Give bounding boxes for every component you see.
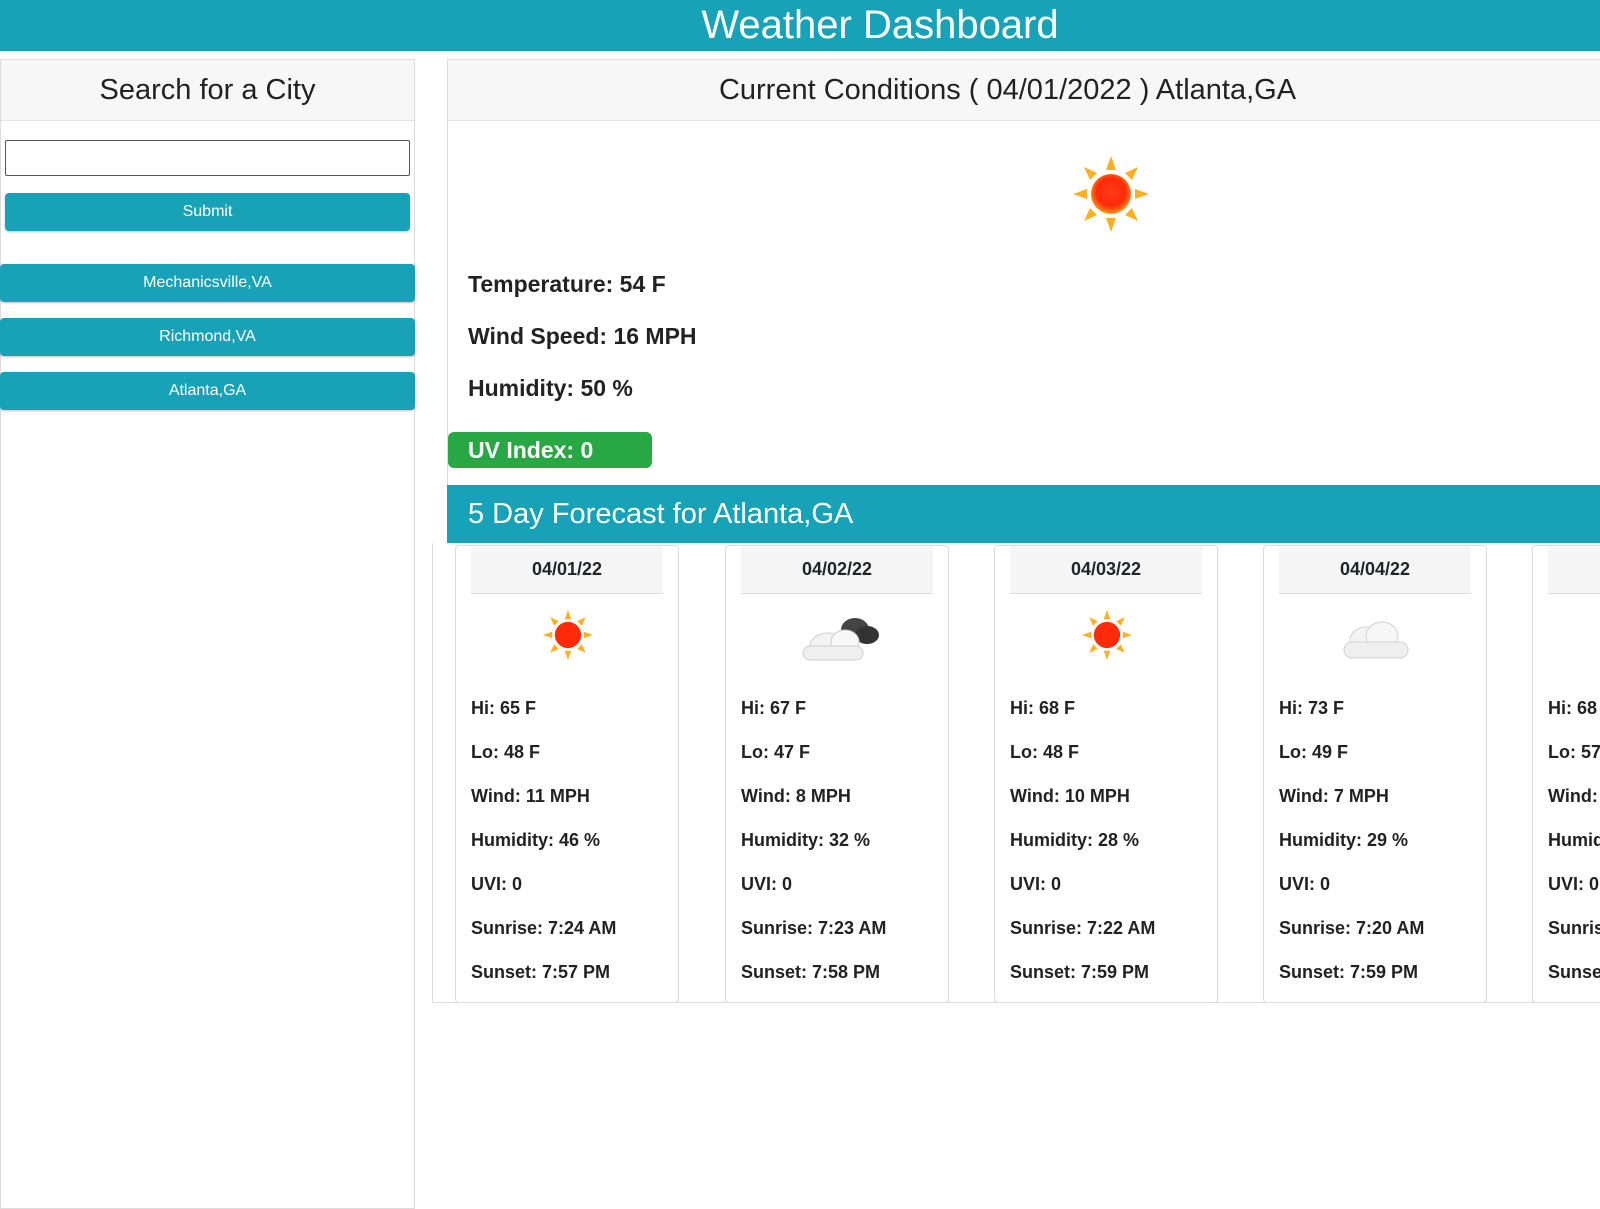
forecast-wind: Wind: 8 MPH	[741, 786, 851, 806]
sun-icon	[995, 610, 1219, 668]
forecast-sunset: Sunset: 7:59 PM	[1279, 962, 1419, 982]
forecast-sunrise: Sunrise: 7:20 AM	[1279, 918, 1425, 938]
forecast-sunset: Sunset: 7:59 PM	[1010, 962, 1150, 982]
forecast-uvi: UVI: 0	[1548, 874, 1600, 894]
forecast-card: Hi: 68 Lo: 57 Wind: Humid UVI: 0 Sunris …	[1532, 545, 1600, 1003]
current-conditions-title: Current Conditions ( 04/01/2022 ) Atlant…	[448, 60, 1600, 121]
cloud-icon	[726, 610, 950, 668]
submit-button[interactable]: Submit	[5, 193, 410, 231]
forecast-humidity: Humidity: 29 %	[1279, 830, 1409, 850]
forecast-wind: Wind: 11 MPH	[471, 786, 590, 806]
forecast-lo: Lo: 49 F	[1279, 742, 1349, 762]
forecast-title: 5 Day Forecast for Atlanta,GA	[468, 498, 854, 530]
forecast-lo: Lo: 48 F	[471, 742, 541, 762]
forecast-wind: Wind:	[1548, 786, 1598, 806]
forecast-uvi: UVI: 0	[471, 874, 523, 894]
temperature-text: Temperature: 54 F	[468, 271, 666, 297]
forecast-date: 04/01/22	[471, 546, 663, 594]
current-conditions-panel: Current Conditions ( 04/01/2022 ) Atlant…	[447, 59, 1600, 489]
cloud-icon	[1264, 610, 1488, 668]
forecast-humidity: Humid	[1548, 830, 1600, 850]
forecast-sunrise: Sunrise: 7:22 AM	[1010, 918, 1156, 938]
forecast-card: 04/01/22 Hi: 65 F Lo: 48 F Wind: 11 MPH …	[455, 545, 679, 1003]
forecast-humidity: Humidity: 46 %	[471, 830, 601, 850]
forecast-sunset: Sunset: 7:58 PM	[741, 962, 881, 982]
forecast-lo: Lo: 47 F	[741, 742, 811, 762]
forecast-card: 04/02/22 Hi: 67 F Lo: 47 F Wind: 8 MPH H…	[725, 545, 949, 1003]
history-button-mechanicsville[interactable]: Mechanicsville,VA	[0, 264, 415, 302]
forecast-lo: Lo: 48 F	[1010, 742, 1080, 762]
forecast-hi: Hi: 65 F	[471, 698, 537, 718]
wind-speed-text: Wind Speed: 16 MPH	[468, 323, 697, 349]
forecast-date: 04/02/22	[741, 546, 933, 594]
forecast-date: 04/03/22	[1010, 546, 1202, 594]
forecast-card: 04/04/22 Hi: 73 F Lo: 49 F Wind: 7 MPH H…	[1263, 545, 1487, 1003]
forecast-uvi: UVI: 0	[1279, 874, 1331, 894]
forecast-date: 04/04/22	[1279, 546, 1471, 594]
forecast-date	[1548, 546, 1600, 594]
forecast-sunset: Sunset: 7:57 PM	[471, 962, 611, 982]
forecast-hi: Hi: 68	[1548, 698, 1598, 718]
forecast-hi: Hi: 68 F	[1010, 698, 1076, 718]
search-panel-title: Search for a City	[1, 60, 414, 121]
forecast-uvi: UVI: 0	[741, 874, 793, 894]
search-panel: Search for a City Submit Mechanicsville,…	[0, 59, 415, 1209]
history-button-richmond[interactable]: Richmond,VA	[0, 318, 415, 356]
forecast-sunrise: Sunrise: 7:23 AM	[741, 918, 887, 938]
forecast-lo: Lo: 57	[1548, 742, 1600, 762]
forecast-sunrise: Sunrise: 7:24 AM	[471, 918, 617, 938]
forecast-sunset: Sunset	[1548, 962, 1600, 982]
forecast-header: 5 Day Forecast for Atlanta,GA	[447, 485, 1600, 543]
history-button-atlanta[interactable]: Atlanta,GA	[0, 372, 415, 410]
forecast-wind: Wind: 10 MPH	[1010, 786, 1130, 806]
forecast-hi: Hi: 73 F	[1279, 698, 1345, 718]
city-search-input[interactable]	[5, 140, 410, 176]
app-header: Weather Dashboard	[0, 0, 1600, 51]
humidity-text: Humidity: 50 %	[468, 375, 633, 401]
forecast-sunrise: Sunris	[1548, 918, 1600, 938]
forecast-hi: Hi: 67 F	[741, 698, 807, 718]
forecast-wind: Wind: 7 MPH	[1279, 786, 1389, 806]
forecast-uvi: UVI: 0	[1010, 874, 1062, 894]
sun-icon	[1073, 156, 1149, 237]
forecast-card: 04/03/22 Hi: 68 F Lo: 48 F Wind: 10 MPH …	[994, 545, 1218, 1003]
page-title: Weather Dashboard	[701, 3, 1059, 47]
forecast-humidity: Humidity: 32 %	[741, 830, 871, 850]
sun-icon	[456, 610, 680, 668]
forecast-humidity: Humidity: 28 %	[1010, 830, 1140, 850]
uv-index-badge: UV Index: 0	[448, 432, 652, 468]
